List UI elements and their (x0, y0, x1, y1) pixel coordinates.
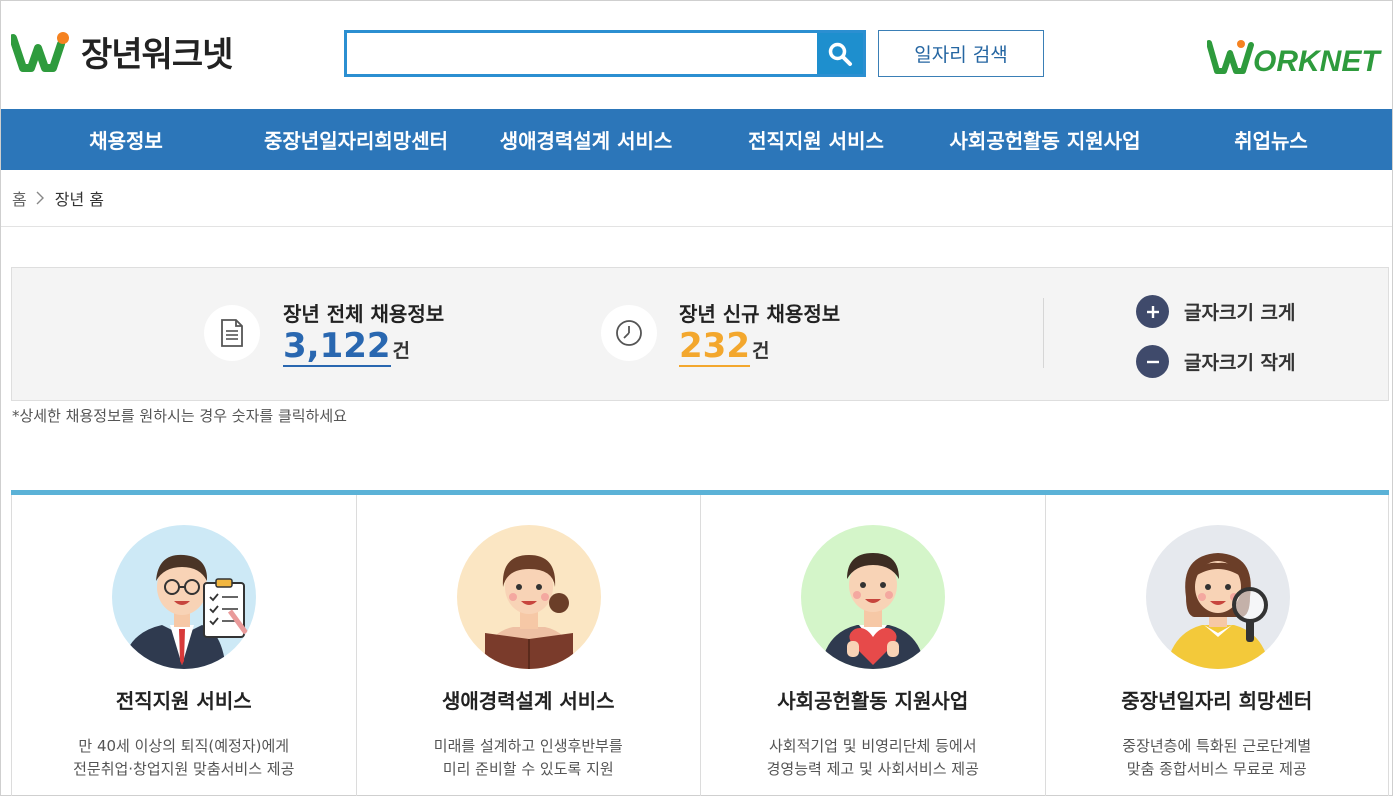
total-jobs-title: 장년 전체 채용정보 (283, 302, 445, 326)
service-desc-line2: 미리 준비할 수 있도록 지원 (442, 760, 614, 778)
nav-item-hope-center[interactable]: 중장년일자리희망센터 (241, 109, 471, 170)
chevron-right-icon (35, 191, 45, 205)
service-desc-line2: 전문취업·창업지원 맞춤서비스 제공 (73, 760, 295, 778)
font-smaller-button[interactable]: 글자크기 작게 (1136, 345, 1296, 378)
search-button[interactable] (817, 33, 863, 74)
career-design-illustration-icon (456, 525, 601, 669)
total-jobs-value: 3,122 건 (283, 327, 411, 368)
breadcrumb-home[interactable]: 홈 (12, 186, 27, 210)
service-desc: 사회적기업 및 비영리단체 등에서 경영능력 제고 및 사회서비스 제공 (701, 735, 1045, 781)
service-desc-line2: 경영능력 제고 및 사회서비스 제공 (766, 760, 979, 778)
new-jobs-count[interactable]: 232 (679, 327, 750, 368)
service-title: 전직지원 서비스 (115, 689, 252, 713)
minus-icon (1136, 345, 1169, 378)
service-desc: 중장년층에 특화된 근로단계별 맞춤 종합서비스 무료로 제공 (1046, 735, 1389, 781)
service-desc: 미래를 설계하고 인생후반부를 미리 준비할 수 있도록 지원 (357, 735, 701, 781)
font-larger-label: 글자크기 크게 (1184, 302, 1296, 324)
service-card-career-design[interactable]: 생애경력설계 서비스 미래를 설계하고 인생후반부를 미리 준비할 수 있도록 … (355, 495, 701, 796)
stats-note: *상세한 채용정보를 원하시는 경우 숫자를 클릭하세요 (12, 407, 347, 425)
search-input[interactable] (347, 33, 817, 74)
new-jobs-unit: 건 (751, 340, 770, 362)
font-smaller-label: 글자크기 작게 (1184, 352, 1296, 374)
nav-item-career-design[interactable]: 생애경력설계 서비스 (481, 109, 691, 170)
service-card-reemployment[interactable]: 전직지원 서비스 만 40세 이상의 퇴직(예정자)에게 전문취업·창업지원 맞… (11, 495, 356, 796)
reemployment-illustration-icon (112, 525, 256, 669)
worknet-logo-text: ORKNET (1253, 45, 1382, 77)
new-jobs-value: 232 건 (679, 327, 770, 368)
nav-item-reemployment[interactable]: 전직지원 서비스 (726, 109, 906, 170)
service-desc-line1: 사회적기업 및 비영리단체 등에서 (768, 737, 977, 755)
service-desc-line1: 만 40세 이상의 퇴직(예정자)에게 (78, 737, 290, 755)
service-desc-line1: 미래를 설계하고 인생후반부를 (433, 737, 623, 755)
site-logo[interactable]: 장년워크넷 (11, 27, 233, 76)
search-icon (828, 42, 852, 66)
service-card-hope-center[interactable]: 중장년일자리 희망센터 중장년층에 특화된 근로단계별 맞춤 종합서비스 무료로… (1044, 495, 1389, 796)
service-desc-line2: 맞춤 종합서비스 무료로 제공 (1126, 760, 1307, 778)
total-jobs-count[interactable]: 3,122 (283, 327, 391, 368)
logo-text: 장년워크넷 (81, 35, 233, 75)
job-stats-panel: 장년 전체 채용정보 3,122 건 장년 신규 채용정보 232 건 글자크기… (11, 267, 1389, 401)
social-contribution-illustration-icon (801, 525, 945, 669)
worknet-logo[interactable]: ORKNET (1207, 39, 1391, 77)
document-icon (204, 305, 260, 361)
nav-item-jobs[interactable]: 채용정보 (61, 109, 191, 170)
service-cards: 전직지원 서비스 만 40세 이상의 퇴직(예정자)에게 전문취업·창업지원 맞… (11, 490, 1389, 796)
service-title: 사회공헌활동 지원사업 (777, 689, 969, 713)
breadcrumb: 홈 장년 홈 (12, 186, 104, 210)
breadcrumb-current: 장년 홈 (54, 190, 104, 209)
nav-item-social-contribution[interactable]: 사회공헌활동 지원사업 (931, 109, 1159, 170)
service-title: 생애경력설계 서비스 (441, 689, 615, 713)
service-card-social-contribution[interactable]: 사회공헌활동 지원사업 사회적기업 및 비영리단체 등에서 경영능력 제고 및 … (700, 495, 1045, 796)
hope-center-illustration-icon (1145, 525, 1290, 669)
clock-icon (601, 305, 657, 361)
search-box (344, 30, 866, 77)
header: 장년워크넷 일자리 검색 ORKNET (1, 1, 1392, 109)
stats-divider (1043, 298, 1044, 368)
total-jobs-unit: 건 (392, 340, 411, 362)
font-larger-button[interactable]: 글자크기 크게 (1136, 295, 1296, 328)
new-jobs-title: 장년 신규 채용정보 (679, 302, 841, 326)
service-desc: 만 40세 이상의 퇴직(예정자)에게 전문취업·창업지원 맞춤서비스 제공 (12, 735, 356, 781)
job-search-button[interactable]: 일자리 검색 (878, 30, 1044, 77)
service-title: 중장년일자리 희망센터 (1121, 689, 1313, 713)
logo-mark-icon (11, 31, 69, 72)
main-nav: 채용정보 중장년일자리희망센터 생애경력설계 서비스 전직지원 서비스 사회공헌… (1, 109, 1392, 170)
divider (1, 226, 1392, 227)
service-desc-line1: 중장년층에 특화된 근로단계별 (1122, 737, 1312, 755)
plus-icon (1136, 295, 1169, 328)
nav-item-news[interactable]: 취업뉴스 (1211, 109, 1331, 170)
